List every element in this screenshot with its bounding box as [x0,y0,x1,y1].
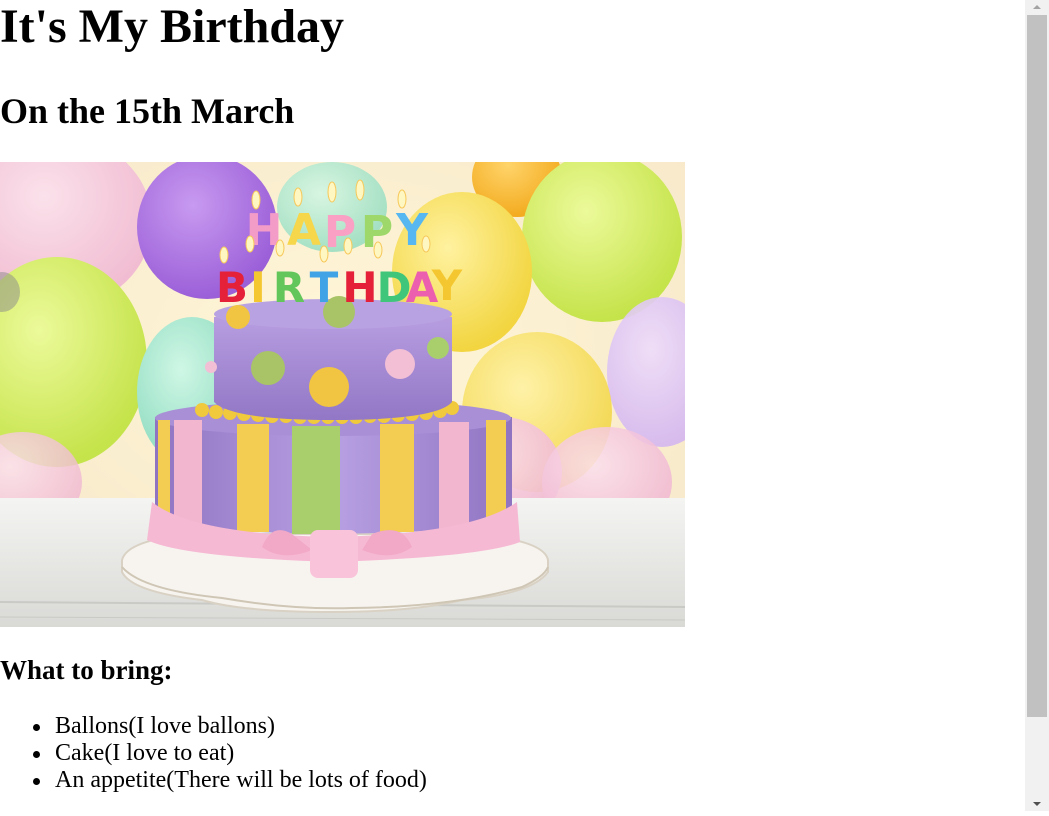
bullet-icon [33,724,40,731]
list-item-text: An appetite(There will be lots of food) [55,767,427,793]
birthday-cake-image: H A P P Y B I R T H D A Y [0,162,685,627]
bullet-icon [33,778,40,785]
bullet-icon [33,751,40,758]
bring-heading: What to bring: [0,655,173,685]
page-subtitle: On the 15th March [0,91,295,131]
scrollbar-thumb[interactable] [1027,15,1047,717]
svg-text:B: B [216,263,248,312]
bring-list: Ballons(I love ballons) Cake(I love to e… [0,713,427,794]
svg-text:I: I [250,263,266,312]
list-item: An appetite(There will be lots of food) [33,767,427,794]
svg-text:R: R [273,263,305,312]
scroll-down-arrow-icon[interactable] [1025,797,1049,811]
list-item-text: Ballons(I love ballons) [55,713,275,739]
list-item: Cake(I love to eat) [33,740,427,767]
svg-text:T: T [310,263,339,312]
vertical-scrollbar[interactable] [1025,0,1049,811]
svg-text:Y: Y [431,261,463,310]
svg-text:A: A [287,205,321,256]
list-item: Ballons(I love ballons) [33,713,427,740]
svg-text:H: H [342,263,377,312]
scroll-up-arrow-icon[interactable] [1025,0,1049,14]
page-viewport: It's My Birthday On the 15th March H A P… [0,0,1025,811]
page-title: It's My Birthday [0,0,345,53]
list-item-text: Cake(I love to eat) [55,740,235,766]
